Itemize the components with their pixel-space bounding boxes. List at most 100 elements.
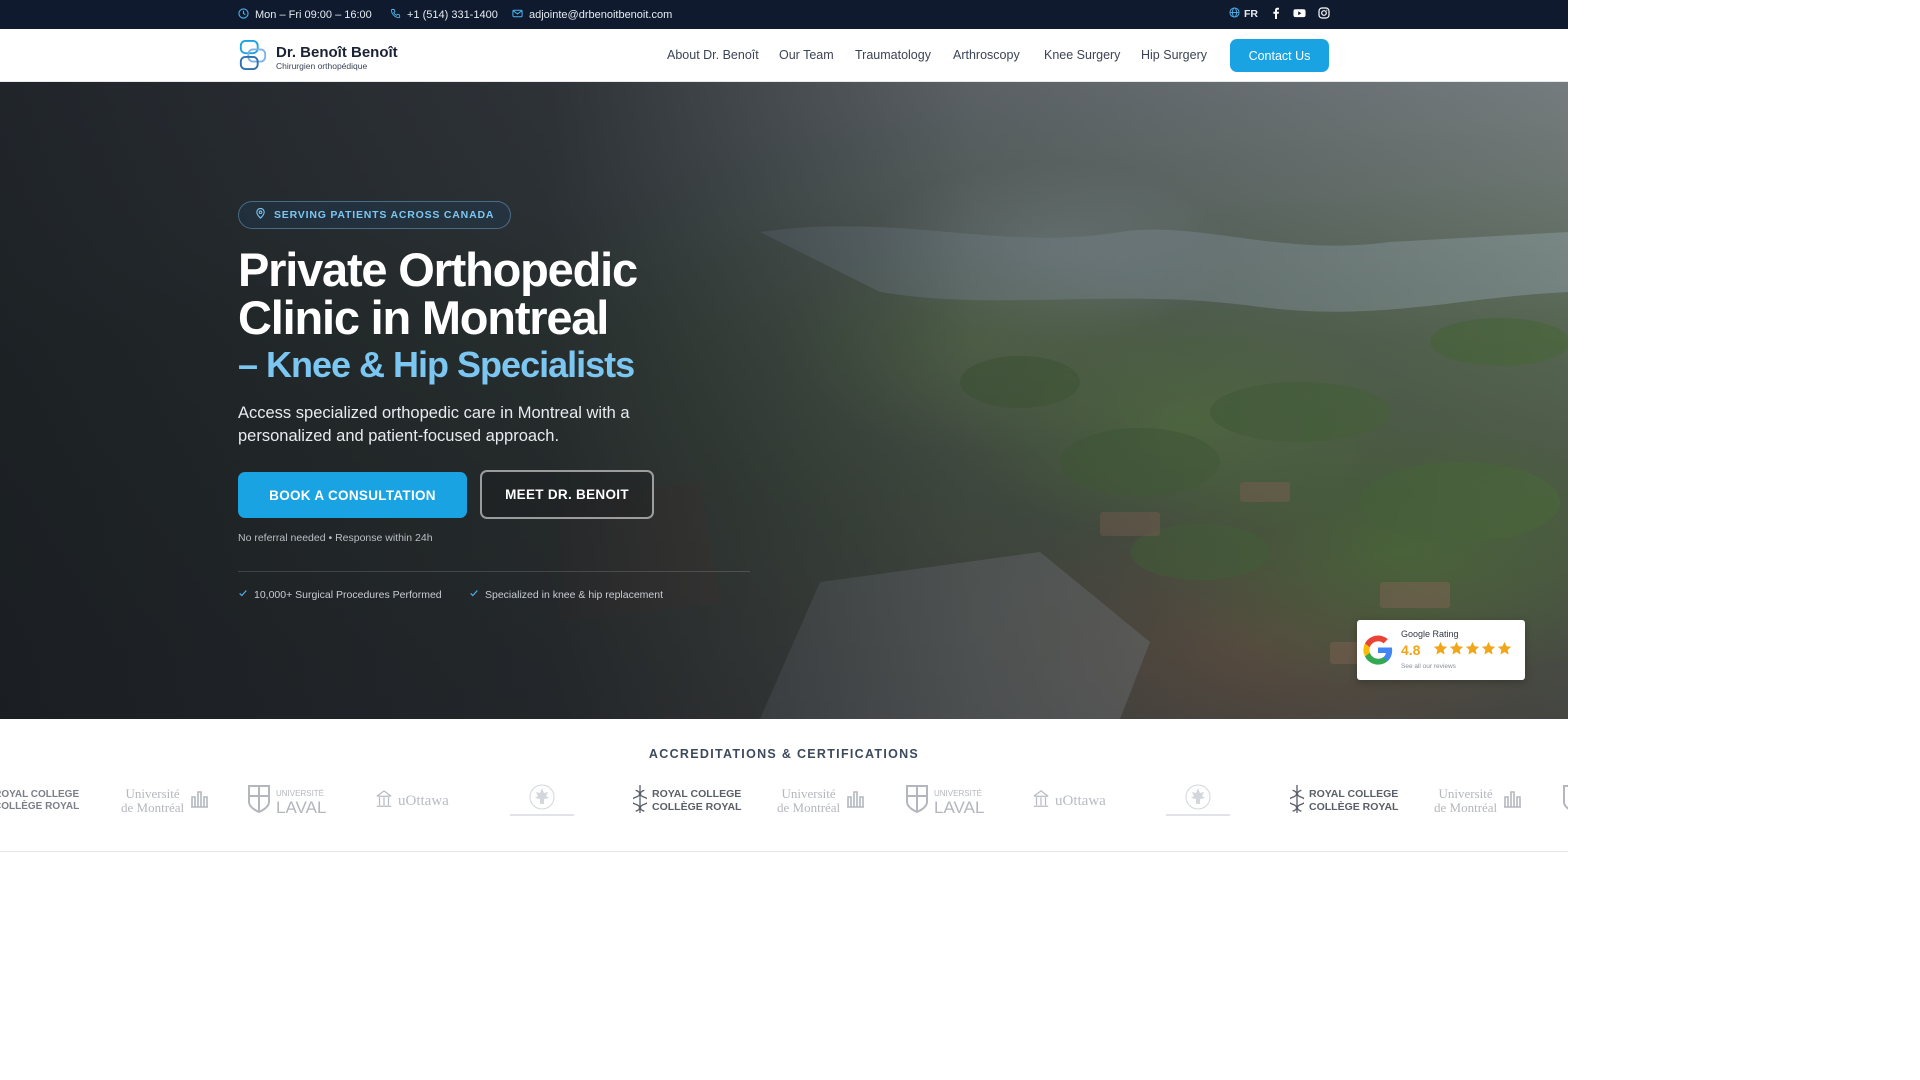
phone-icon — [390, 8, 401, 22]
mail-icon — [512, 8, 523, 22]
udem-line-2: de Montréal — [121, 800, 185, 815]
udem-building-icon — [845, 789, 865, 814]
universite-laval-logo-partial — [1562, 778, 1568, 824]
email-text[interactable]: adjointe@drbenoitbenoit.com — [529, 9, 672, 21]
check-item-procedures: 10,000+ Surgical Procedures Performed — [238, 588, 442, 601]
universite-de-montreal-logo-3: Université de Montréal — [1434, 778, 1522, 824]
google-logo-icon — [1361, 633, 1395, 672]
hero-lead-text: Access specialized orthopedic care in Mo… — [238, 404, 630, 445]
hero-title-highlight: – Knee & Hip Specialists — [238, 344, 635, 385]
star-icon — [1433, 642, 1448, 655]
check-item-text: 10,000+ Surgical Procedures Performed — [254, 588, 442, 601]
contact-us-button[interactable]: Contact Us — [1230, 39, 1329, 72]
book-consultation-button[interactable]: BOOK A CONSULTATION — [238, 472, 467, 518]
star-icon — [1465, 642, 1480, 655]
nav-item-our-team[interactable]: Our Team — [779, 48, 834, 62]
universite-laval-logo-2: UNIVERSITÉ LAVAL — [905, 778, 984, 824]
caduceus-icon — [631, 782, 649, 821]
royal-college-logo-2: ROYAL COLLEGE COLLÈGE ROYAL — [631, 778, 742, 824]
udem-line-1: Université — [1438, 786, 1493, 801]
royal-college-top-3: ROYAL COLLEGE — [1309, 788, 1399, 800]
meet-dr-benoit-button[interactable]: MEET DR. BENOIT — [480, 470, 654, 519]
star-icon — [1481, 642, 1496, 655]
opening-hours-text: Mon – Fri 09:00 – 16:00 — [255, 9, 372, 21]
google-rating-widget[interactable]: Google Rating 4.8 See all our reviews — [1357, 620, 1525, 680]
nav-item-hip-surgery[interactable]: Hip Surgery — [1141, 48, 1207, 62]
hero-overlay — [0, 82, 1568, 719]
uottawa-text: uOttawa — [1055, 792, 1106, 809]
uottawa-logo: uOttawa — [375, 778, 449, 824]
hero-section: SERVING PATIENTS ACROSS CANADA Private O… — [0, 82, 1568, 719]
clock-icon — [238, 8, 249, 22]
udem-line-2: de Montréal — [1434, 800, 1498, 815]
see-all-reviews-link[interactable]: See all our reviews — [1401, 663, 1456, 670]
hero-title-line-1: Private Orthopedic — [238, 243, 638, 296]
nav-item-knee-surgery[interactable]: Knee Surgery — [1044, 48, 1120, 62]
star-icon — [1449, 642, 1464, 655]
laval-crest-icon — [247, 784, 271, 819]
language-label[interactable]: FR — [1244, 8, 1258, 20]
checkmark-icon — [469, 588, 479, 601]
university-crest-logo-2 — [1158, 778, 1238, 824]
location-badge: SERVING PATIENTS ACROSS CANADA — [238, 201, 512, 229]
universite-de-montreal-logo: Université de Montréal — [121, 778, 209, 824]
uottawa-building-icon — [1032, 789, 1050, 814]
royal-college-logo: ROYAL COLLEGE COLLÈGE ROYAL — [0, 778, 79, 824]
royal-college-bottom-3: COLLÈGE ROYAL — [1309, 801, 1399, 813]
phone-link[interactable]: +1 (514) 331-1400 — [390, 8, 498, 22]
universite-de-montreal-logo-2: Université de Montréal — [777, 778, 865, 824]
udem-line-1: Université — [781, 786, 836, 801]
brand-name: Dr. Benoît Benoît — [276, 43, 398, 61]
nav-item-traumatology[interactable]: Traumatology — [855, 48, 931, 62]
star-icon — [1497, 642, 1512, 655]
logo-mark-icon — [238, 39, 268, 76]
google-rating-label: Google Rating — [1401, 629, 1459, 639]
top-info-bar: Mon – Fri 09:00 – 16:00 +1 (514) 331-140… — [0, 0, 1568, 29]
nav-item-about[interactable]: About Dr. Benoît — [667, 48, 759, 62]
instagram-icon[interactable] — [1318, 7, 1330, 19]
facebook-icon[interactable] — [1270, 7, 1282, 19]
universite-laval-logo: UNIVERSITÉ LAVAL — [247, 778, 326, 824]
royal-college-text-top: ROYAL COLLEGE — [0, 789, 80, 800]
main-navigation: Dr. Benoît Benoît Chirurgien orthopédiqu… — [0, 29, 1568, 82]
brand-tagline: Chirurgien orthopédique — [276, 60, 368, 71]
hero-divider — [238, 571, 750, 572]
email-link[interactable]: adjointe@drbenoitbenoit.com — [512, 8, 672, 22]
caduceus-icon — [1288, 782, 1306, 821]
maple-crest-icon — [1158, 779, 1238, 824]
royal-college-top-2: ROYAL COLLEGE — [652, 788, 742, 800]
uottawa-text: uOttawa — [398, 792, 449, 809]
uottawa-logo-2: uOttawa — [1032, 778, 1106, 824]
university-crest-logo — [502, 778, 582, 824]
phone-text[interactable]: +1 (514) 331-1400 — [407, 9, 498, 21]
laval-line-2: LAVAL — [934, 798, 985, 817]
hero-note: No referral needed • Response within 24h — [238, 532, 433, 544]
udem-building-icon — [1502, 789, 1522, 814]
google-rating-score: 4.8 — [1401, 642, 1421, 658]
accreditation-logo-strip: ROYAL COLLEGE COLLÈGE ROYAL Université d… — [0, 778, 1568, 824]
laval-line-2: LAVAL — [276, 798, 327, 817]
language-switch[interactable]: FR — [1229, 7, 1258, 21]
laval-crest-icon — [1562, 784, 1568, 819]
check-item-specialty: Specialized in knee & hip replacement — [469, 588, 663, 601]
checkmark-icon — [238, 588, 248, 601]
check-item-text: Specialized in knee & hip replacement — [485, 588, 664, 601]
site-logo[interactable]: Dr. Benoît Benoît Chirurgien orthopédiqu… — [238, 39, 398, 76]
royal-college-text-bottom: COLLÈGE ROYAL — [0, 801, 80, 812]
hero-title: Private Orthopedic Clinic in Montreal — [238, 243, 638, 344]
location-pin-icon — [255, 207, 266, 222]
nav-item-arthroscopy[interactable]: Arthroscopy — [953, 48, 1020, 62]
section-divider — [0, 851, 1568, 852]
udem-line-1: Université — [125, 786, 180, 801]
royal-college-logo-3: ROYAL COLLEGE COLLÈGE ROYAL — [1288, 778, 1399, 824]
globe-icon — [1229, 7, 1240, 21]
youtube-icon[interactable] — [1293, 7, 1306, 19]
star-rating — [1433, 641, 1512, 656]
opening-hours: Mon – Fri 09:00 – 16:00 — [238, 8, 372, 22]
udem-building-icon — [189, 789, 209, 814]
uottawa-building-icon — [375, 789, 393, 814]
location-badge-text: SERVING PATIENTS ACROSS CANADA — [274, 209, 495, 221]
royal-college-bottom-2: COLLÈGE ROYAL — [652, 801, 742, 813]
maple-crest-icon — [502, 779, 582, 824]
hero-title-line-2: Clinic in Montreal — [238, 291, 609, 344]
